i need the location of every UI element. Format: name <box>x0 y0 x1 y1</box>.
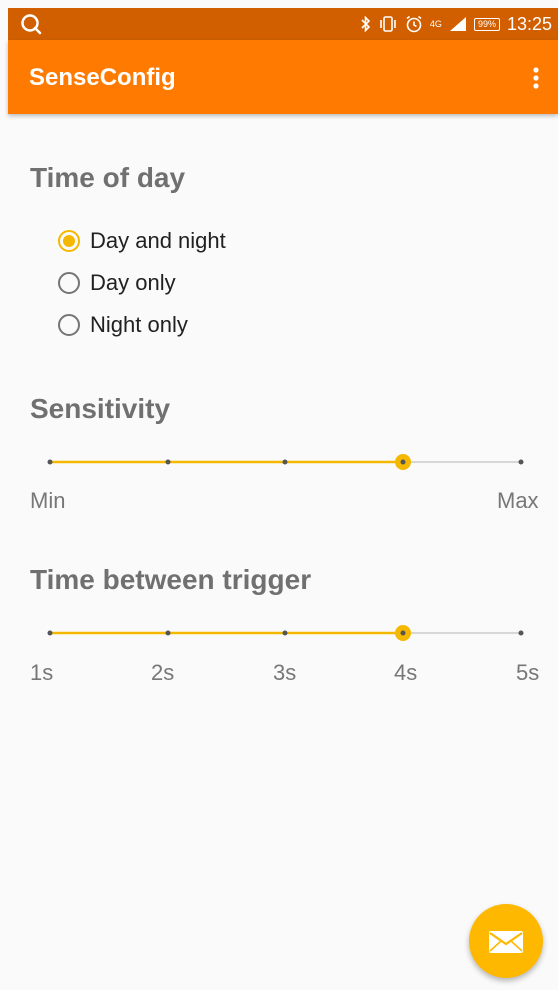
mail-icon <box>489 931 523 953</box>
sensitivity-max-label: Max <box>497 488 539 513</box>
trigger-time-title: Time between trigger <box>30 564 312 595</box>
radio-button[interactable] <box>58 230 80 252</box>
trigger-time-slider[interactable] <box>30 618 542 648</box>
vibrate-icon <box>380 16 396 32</box>
search-icon <box>21 14 42 35</box>
trigger-tick-label-5s: 5s <box>516 660 540 685</box>
sensitivity-min-label: Min <box>30 488 66 513</box>
app-title: SenseConfig <box>29 64 176 91</box>
app-bar: SenseConfig <box>8 40 558 114</box>
signal-icon <box>449 17 466 31</box>
time-of-day-title: Time of day <box>30 162 186 193</box>
radio-button[interactable] <box>58 314 80 336</box>
radio-day-only[interactable]: Day only <box>58 268 176 298</box>
trigger-tick-label-4s: 4s <box>394 660 418 685</box>
overflow-menu-icon[interactable] <box>532 66 540 90</box>
radio-button[interactable] <box>58 272 80 294</box>
battery-icon: 99% <box>473 17 500 31</box>
status-time: 13:25 <box>506 13 552 34</box>
trigger-tick-label-2s: 2s <box>151 660 175 685</box>
radio-label: Night only <box>90 312 188 337</box>
bluetooth-icon <box>361 16 371 32</box>
status-bar: 4G 99% 13:25 <box>8 8 558 40</box>
alarm-icon <box>406 15 422 33</box>
radio-label: Day only <box>90 270 176 295</box>
send-mail-fab[interactable] <box>469 904 543 978</box>
trigger-tick-label-1s: 1s <box>30 660 54 685</box>
radio-label: Day and night <box>90 228 226 253</box>
sensitivity-title: Sensitivity <box>30 393 171 424</box>
radio-day-and-night[interactable]: Day and night <box>58 226 226 256</box>
trigger-tick-label-3s: 3s <box>273 660 297 685</box>
network-type-label: 4G <box>429 19 442 29</box>
sensitivity-slider[interactable] <box>30 447 542 477</box>
radio-night-only[interactable]: Night only <box>58 310 188 340</box>
